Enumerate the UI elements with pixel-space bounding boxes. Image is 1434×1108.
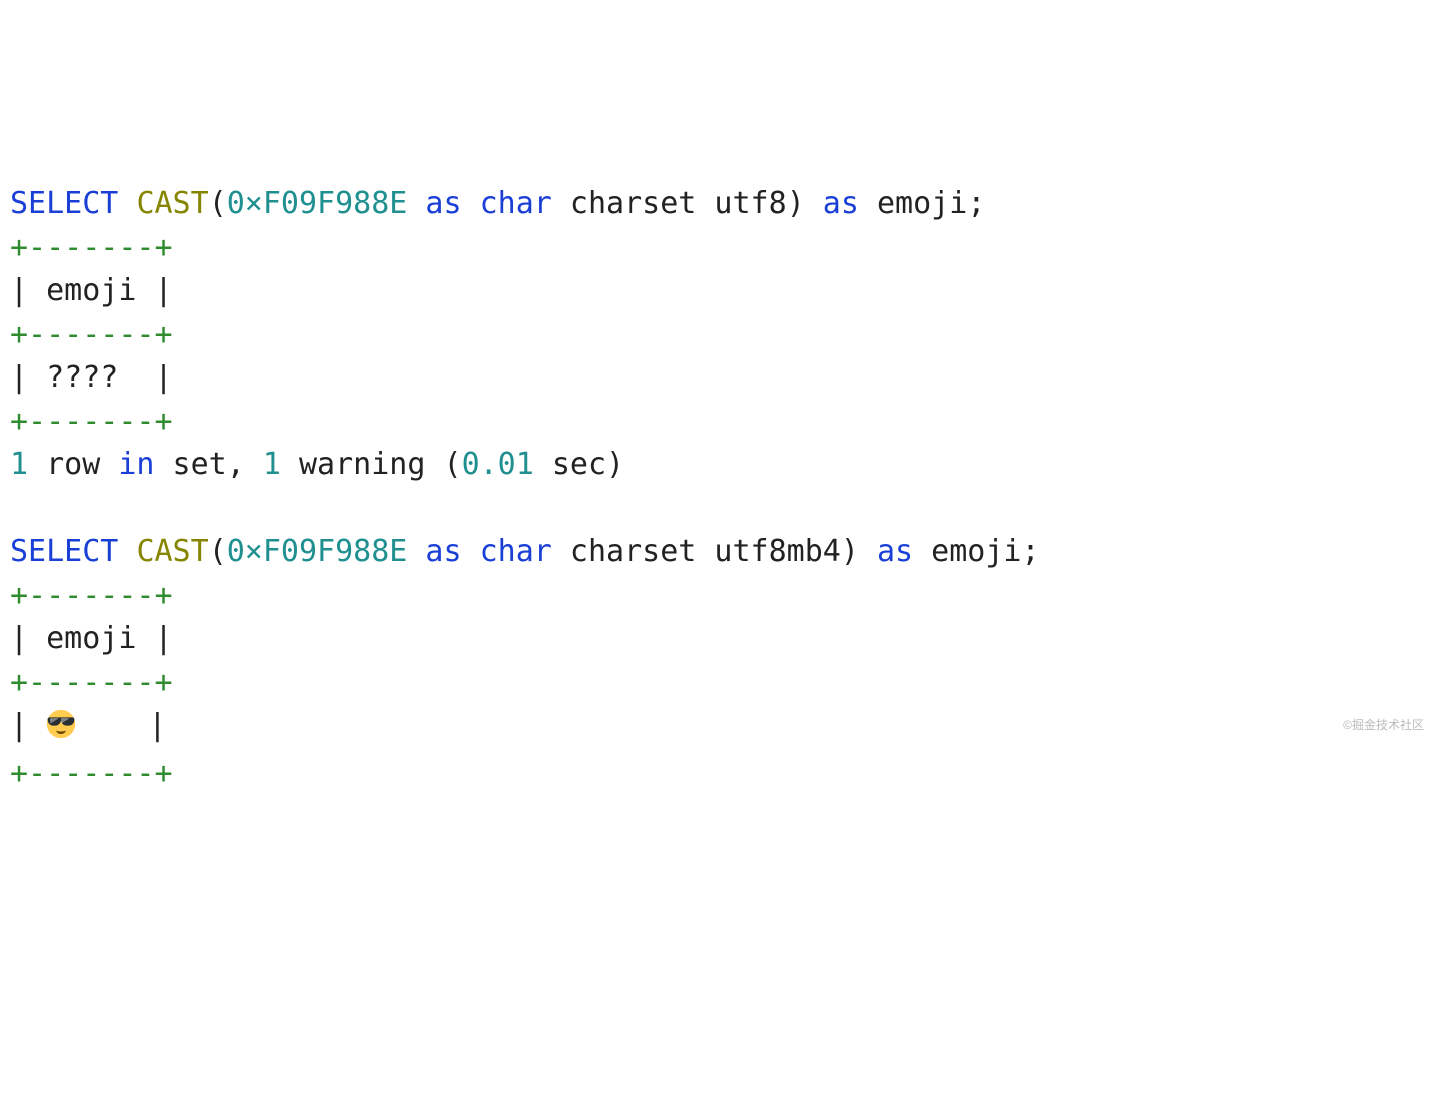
fn-cast: CAST bbox=[136, 186, 208, 221]
keyword-as: as bbox=[805, 186, 877, 221]
table-border: +-------+ bbox=[10, 317, 173, 352]
keyword-as: as bbox=[859, 534, 931, 569]
semicolon: ; bbox=[1021, 534, 1039, 569]
status-count: 1 bbox=[10, 447, 28, 482]
query2-line: SELECT CAST(0×F09F988E as char charset u… bbox=[10, 534, 1040, 569]
keyword-select: SELECT bbox=[10, 186, 118, 221]
fn-cast: CAST bbox=[136, 534, 208, 569]
sql-output: SELECT CAST(0×F09F988E as char charset u… bbox=[10, 182, 1424, 795]
keyword-as: as bbox=[407, 186, 479, 221]
warning-count: 1 bbox=[263, 447, 281, 482]
table-header-row: | emoji | bbox=[10, 621, 173, 656]
keyword-char: char bbox=[480, 186, 552, 221]
semicolon: ; bbox=[967, 186, 985, 221]
elapsed-time: 0.01 bbox=[462, 447, 534, 482]
table-border: +-------+ bbox=[10, 665, 173, 700]
charset-literal: charset utf8 bbox=[552, 186, 787, 221]
table-header-row: | emoji | bbox=[10, 273, 173, 308]
table-value-row: | | bbox=[10, 708, 166, 743]
table-border: +-------+ bbox=[10, 404, 173, 439]
paren-close: ) bbox=[841, 534, 859, 569]
alias: emoji bbox=[877, 186, 967, 221]
table-border: +-------+ bbox=[10, 230, 173, 265]
table-value-row: | ???? | bbox=[10, 360, 173, 395]
status-line: 1 row in set, 1 warning (0.01 sec) bbox=[10, 447, 624, 482]
keyword-as: as bbox=[407, 534, 479, 569]
watermark: ©掘金技术社区 bbox=[1343, 717, 1424, 734]
hex-literal: 0×F09F988E bbox=[227, 186, 408, 221]
charset-literal: charset utf8mb4 bbox=[552, 534, 841, 569]
paren-close: ) bbox=[787, 186, 805, 221]
keyword-select: SELECT bbox=[10, 534, 118, 569]
keyword-char: char bbox=[480, 534, 552, 569]
paren-open: ( bbox=[209, 534, 227, 569]
hex-literal: 0×F09F988E bbox=[227, 534, 408, 569]
query1-line: SELECT CAST(0×F09F988E as char charset u… bbox=[10, 186, 985, 221]
table-border: +-------+ bbox=[10, 578, 173, 613]
sunglasses-emoji-icon bbox=[46, 708, 76, 752]
keyword-in: in bbox=[118, 447, 154, 482]
alias: emoji bbox=[931, 534, 1021, 569]
table-border: +-------+ bbox=[10, 756, 173, 791]
paren-open: ( bbox=[209, 186, 227, 221]
